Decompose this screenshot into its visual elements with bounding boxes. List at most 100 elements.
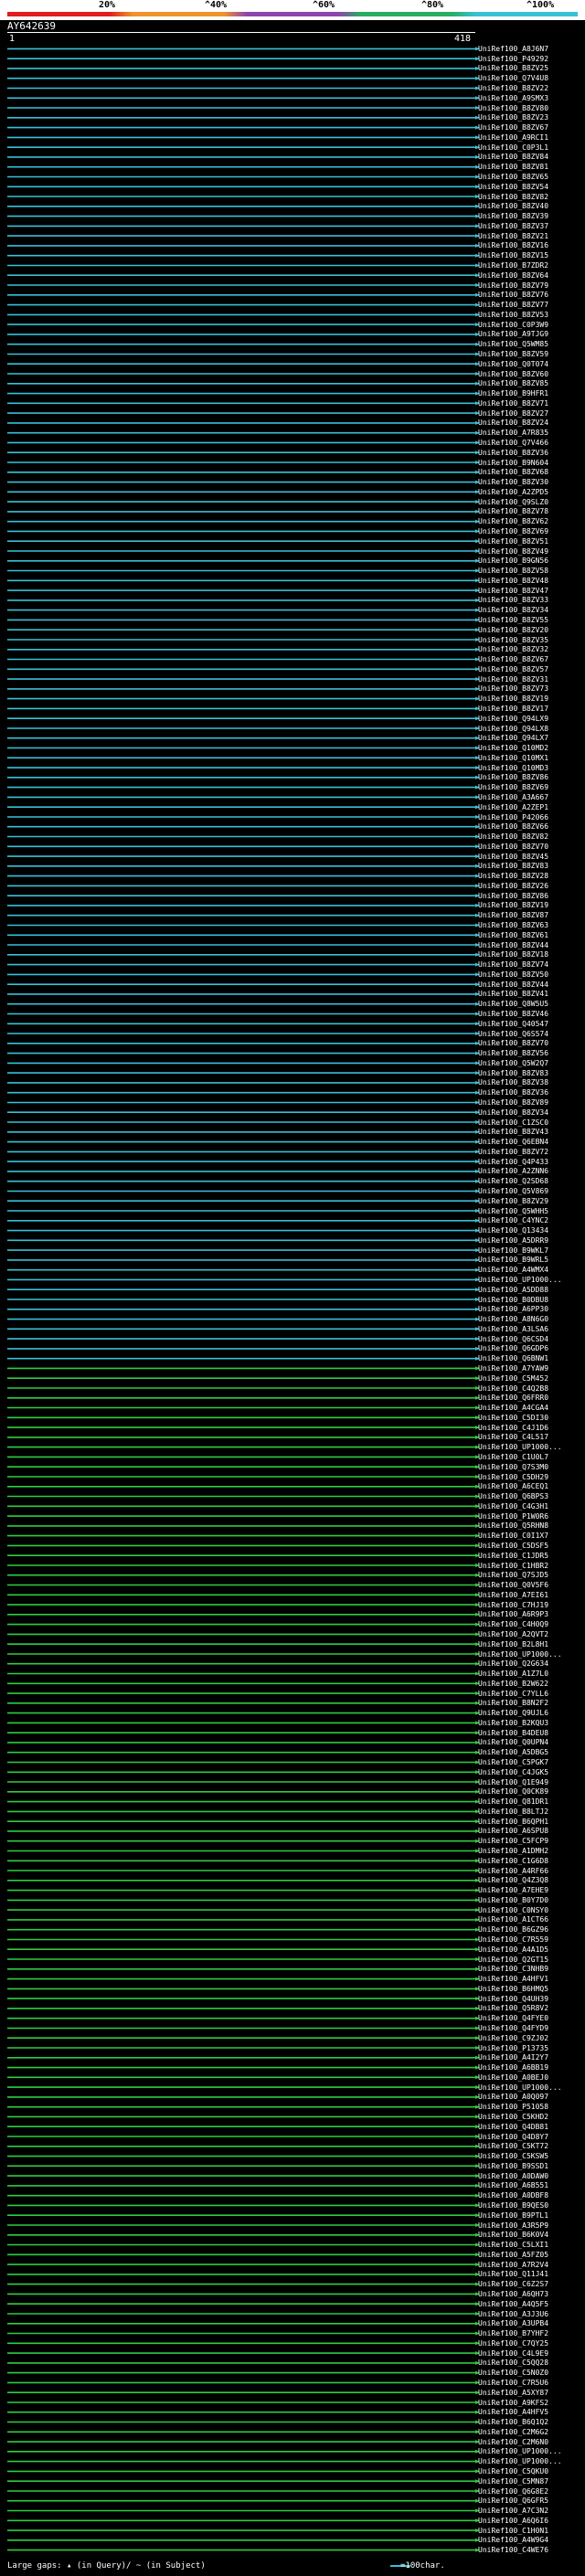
hit-label[interactable]: UniRef100_A0Q097 [478,2093,548,2101]
hit-row[interactable] [7,2104,480,2109]
hit-label[interactable]: UniRef100_B6GZ96 [478,1925,548,1934]
hit-label[interactable]: UniRef100_B7ZDR2 [478,261,548,270]
hit-label[interactable]: UniRef100_A3A667 [478,793,548,801]
hit-row[interactable] [7,1012,480,1016]
hit-label[interactable]: UniRef100_B8ZV19 [478,901,548,909]
hit-row[interactable] [7,2203,480,2208]
hit-label[interactable]: UniRef100_C4YNC2 [478,1216,548,1224]
hit-row[interactable] [7,1110,480,1115]
hit-row[interactable] [7,1051,480,1055]
hit-label[interactable]: UniRef100_A5XY87 [478,2389,548,2397]
hit-row[interactable] [7,1307,480,1311]
hit-row[interactable] [7,1189,480,1193]
hit-label[interactable]: UniRef100_Q10MD2 [478,744,548,752]
hit-label[interactable]: UniRef100_B6Q1Q2 [478,2418,548,2426]
hit-row[interactable] [7,234,480,239]
hit-label[interactable]: UniRef100_B8ZV81 [478,163,548,171]
hit-row[interactable] [7,1376,480,1381]
hit-label[interactable]: UniRef100_C5N0Z0 [478,2369,548,2377]
hit-row[interactable] [7,420,480,425]
hit-row[interactable] [7,381,480,386]
hit-row[interactable] [7,2370,480,2375]
hit-label[interactable]: UniRef100_B8ZV25 [478,64,548,72]
hit-label[interactable]: UniRef100_A1Z7L0 [478,1670,548,1678]
hit-row[interactable] [7,884,480,888]
hit-label[interactable]: UniRef100_B8ZV34 [478,606,548,614]
hit-row[interactable] [7,1731,480,1735]
hit-row[interactable] [7,2351,480,2356]
hit-row[interactable] [7,480,480,484]
hit-row[interactable] [7,2459,480,2464]
hit-label[interactable]: UniRef100_B8ZV84 [478,153,548,161]
hit-label[interactable]: UniRef100_B8N2F2 [478,1699,548,1707]
hit-row[interactable] [7,1061,480,1065]
hit-label[interactable]: UniRef100_B9QES0 [478,2201,548,2210]
hit-label[interactable]: UniRef100_Q6BNW1 [478,1354,548,1362]
hit-row[interactable] [7,273,480,278]
hit-row[interactable] [7,706,480,711]
hit-row[interactable] [7,2292,480,2296]
hit-row[interactable] [7,145,480,150]
hit-row[interactable] [7,500,480,504]
hit-label[interactable]: UniRef100_C5MN87 [478,2477,548,2486]
hit-row[interactable] [7,1405,480,1410]
hit-label[interactable]: UniRef100_B2W622 [478,1680,548,1688]
hit-label[interactable]: UniRef100_Q4UH39 [478,1995,548,2003]
hit-label[interactable]: UniRef100_A6Q6I6 [478,2517,548,2525]
hit-row[interactable] [7,2331,480,2336]
hit-row[interactable] [7,805,480,810]
hit-label[interactable]: UniRef100_A9SMX3 [478,94,548,102]
hit-label[interactable]: UniRef100_B8ZV32 [478,645,548,653]
hit-label[interactable]: UniRef100_UP1000... [478,1650,562,1659]
hit-label[interactable]: UniRef100_UP1000... [478,1443,562,1451]
hit-row[interactable] [7,47,480,51]
hit-label[interactable]: UniRef100_B8ZV80 [478,104,548,112]
hit-row[interactable] [7,647,480,652]
hit-row[interactable] [7,2410,480,2414]
hit-label[interactable]: UniRef100_A7EI61 [478,1591,548,1599]
hit-label[interactable]: UniRef100_B7YHF2 [478,2329,548,2337]
hit-row[interactable] [7,2213,480,2218]
hit-row[interactable] [7,1386,480,1390]
hit-label[interactable]: UniRef100_B8ZV69 [478,783,548,791]
hit-row[interactable] [7,1740,480,1744]
hit-row[interactable] [7,1819,480,1824]
hit-row[interactable] [7,1573,480,1577]
hit-label[interactable]: UniRef100_B8ZV67 [478,123,548,132]
hit-row[interactable] [7,943,480,947]
hit-row[interactable] [7,2321,480,2326]
hit-label[interactable]: UniRef100_B8ZV71 [478,399,548,408]
hit-row[interactable] [7,1514,480,1519]
hit-row[interactable] [7,342,480,346]
hit-label[interactable]: UniRef100_C0P3W9 [478,321,548,329]
hit-label[interactable]: UniRef100_B8ZV57 [478,665,548,673]
hit-label[interactable]: UniRef100_Q6G8E2 [478,2487,548,2496]
hit-row[interactable] [7,1947,480,1952]
hit-row[interactable] [7,578,480,583]
hit-row[interactable] [7,1080,480,1085]
hit-row[interactable] [7,2193,480,2198]
hit-label[interactable]: UniRef100_B8ZV16 [478,241,548,249]
hit-row[interactable] [7,2341,480,2346]
hit-row[interactable] [7,1435,480,1439]
hit-row[interactable] [7,1966,480,1971]
hit-row[interactable] [7,440,480,445]
hit-row[interactable] [7,2449,480,2454]
hit-label[interactable]: UniRef100_C5DH29 [478,1473,548,1481]
hit-label[interactable]: UniRef100_Q5WM85 [478,340,548,348]
hit-label[interactable]: UniRef100_B8ZV79 [478,281,548,290]
hit-label[interactable]: UniRef100_Q94LX8 [478,725,548,733]
hit-label[interactable]: UniRef100_A6B551 [478,2181,548,2189]
hit-row[interactable] [7,598,480,602]
hit-row[interactable] [7,1593,480,1597]
hit-row[interactable] [7,96,480,101]
hit-label[interactable]: UniRef100_Q6S574 [478,1030,548,1038]
hit-label[interactable]: UniRef100_C2M6G2 [478,2428,548,2436]
hit-row[interactable] [7,2006,480,2010]
hit-row[interactable] [7,972,480,977]
hit-label[interactable]: UniRef100_Q8W5U5 [478,1000,548,1008]
hit-label[interactable]: UniRef100_B8ZV29 [478,1197,548,1205]
hit-label[interactable]: UniRef100_B8ZV63 [478,921,548,929]
hit-label[interactable]: UniRef100_B9SSD1 [478,2162,548,2170]
hit-label[interactable]: UniRef100_C3NHB9 [478,1965,548,1973]
